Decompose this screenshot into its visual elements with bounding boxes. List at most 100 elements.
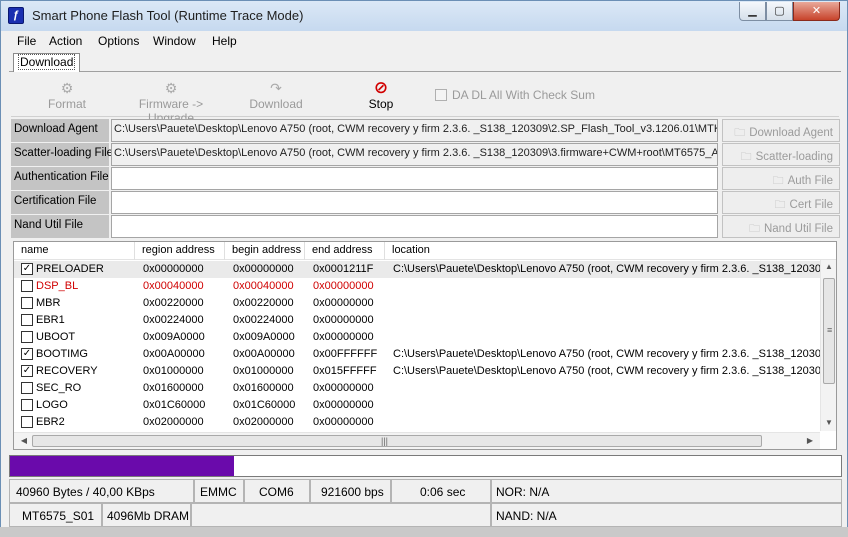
cell-region-address: 0x00220000 [143,297,204,309]
cell-begin-address: 0x009A0000 [233,331,295,343]
auth-file-button-label: Auth File [787,175,833,187]
download-agent-label: Download Agent [11,119,109,142]
checksum-box[interactable] [435,89,447,101]
menu-help[interactable]: Help [212,34,237,48]
download-agent-button[interactable]: 🗀 Download Agent [722,119,840,142]
table-row[interactable]: MBR 0x00220000 0x00220000 0x00000000 [14,295,820,312]
cell-name: EBR2 [36,416,65,428]
partition-table: name region address begin address end ad… [13,241,837,450]
cell-name: BOOTIMG [36,348,88,360]
cell-end-address: 0x00FFFFFF [313,348,378,360]
window-title: Smart Phone Flash Tool (Runtime Trace Mo… [32,8,304,23]
cell-name: PRELOADER [36,263,104,275]
table-row[interactable]: LOGO 0x01C60000 0x01C60000 0x00000000 [14,397,820,414]
stop-button[interactable]: ⊘ Stop [365,79,397,112]
scroll-up-arrow[interactable]: ▲ [821,262,836,271]
cell-name: RECOVERY [36,365,98,377]
row-checkbox[interactable]: ✓ [21,365,33,377]
cell-name: MBR [36,297,61,309]
scatter-loading-path[interactable]: C:\Users\Pauete\Desktop\Lenovo A750 (roo… [111,143,718,166]
cell-region-address: 0x01000000 [143,365,204,377]
vertical-scrollbar[interactable]: ▲ ≡ ▼ [820,260,836,431]
nand-util-label: Nand Util File [11,215,109,238]
format-button[interactable]: ⚙ Format [47,79,87,111]
table-row[interactable]: UBOOT 0x009A0000 0x009A0000 0x00000000 [14,329,820,346]
cell-end-address: 0x00000000 [313,416,374,428]
row-checkbox[interactable] [21,416,33,428]
scatter-loading-button[interactable]: 🗀 Scatter-loading [722,143,840,166]
nand-util-button[interactable]: 🗀 Nand Util File [722,215,840,238]
cell-begin-address: 0x01600000 [233,382,294,394]
certification-path[interactable] [111,191,718,214]
tab-strip: Download [9,52,841,72]
menu-window[interactable]: Window [153,34,196,48]
tab-download[interactable]: Download [13,53,81,72]
table-row[interactable]: EBR2 0x02000000 0x02000000 0x00000000 [14,414,820,431]
authentication-label: Authentication File [11,167,109,190]
cell-region-address: 0x00224000 [143,314,204,326]
minimize-button[interactable]: ▁ [739,2,766,21]
table-row[interactable]: ✓ BOOTIMG 0x00A00000 0x00A00000 0x00FFFFFF C:… [14,346,830,363]
table-row[interactable]: SEC_RO 0x01600000 0x01600000 0x00000000 [14,380,820,397]
close-button[interactable]: ✕ [793,2,840,21]
certification-row: Certification File 🗀 Cert File [11,191,840,214]
row-checkbox[interactable] [21,297,33,309]
table-row[interactable]: ✓ RECOVERY 0x01000000 0x01000000 0x015FFFFF C… [14,363,830,380]
table-row[interactable]: ✓ PRELOADER 0x00000000 0x00000000 0x0001211F… [14,261,830,278]
vertical-scroll-thumb[interactable]: ≡ [823,278,835,384]
nand-util-path[interactable] [111,215,718,238]
download-agent-path[interactable]: C:\Users\Pauete\Desktop\Lenovo A750 (roo… [111,119,718,142]
cell-location: C:\Users\Pauete\Desktop\Lenovo A750 (roo… [393,348,831,360]
cert-file-button-label: Cert File [789,199,833,211]
maximize-button[interactable]: ▢ [766,2,793,21]
status-baud: 921600 bps [310,479,391,503]
cell-location: C:\Users\Pauete\Desktop\Lenovo A750 (roo… [393,365,831,377]
row-checkbox[interactable]: ✓ [21,263,33,275]
row-checkbox[interactable] [21,399,33,411]
scroll-left-arrow[interactable]: ◀ [16,436,32,445]
folder-icon: 🗀 [774,199,786,211]
row-checkbox[interactable] [21,280,33,292]
row-checkbox[interactable] [21,331,33,343]
menu-action[interactable]: Action [49,34,82,48]
auth-file-button[interactable]: 🗀 Auth File [722,167,840,190]
table-row[interactable]: DSP_BL 0x00040000 0x00040000 0x00000000 [14,278,820,295]
cell-region-address: 0x01600000 [143,382,204,394]
row-checkbox[interactable] [21,382,33,394]
cell-end-address: 0x00000000 [313,331,374,343]
tab-download-label: Download [18,54,76,70]
cell-name: EBR1 [36,314,65,326]
menu-file[interactable]: File [17,34,36,48]
scroll-down-arrow[interactable]: ▼ [821,418,836,427]
scroll-right-arrow[interactable]: ▶ [802,436,818,445]
column-header-end[interactable]: end address [305,242,385,260]
authentication-path[interactable] [111,167,718,190]
menu-options[interactable]: Options [98,34,139,48]
title-bar[interactable]: ƒ Smart Phone Flash Tool (Runtime Trace … [1,1,847,31]
cell-name: UBOOT [36,331,76,343]
app-icon: ƒ [8,7,24,24]
menu-bar: File Action Options Window Help [2,31,847,51]
column-header-region[interactable]: region address [135,242,225,260]
column-header-name[interactable]: name [14,242,135,260]
column-header-begin[interactable]: begin address [225,242,305,260]
checksum-label: DA DL All With Check Sum [452,88,595,102]
cell-region-address: 0x00040000 [143,280,204,292]
format-icon: ⚙ [60,80,74,96]
table-row[interactable]: EBR1 0x00224000 0x00224000 0x00000000 [14,312,820,329]
row-checkbox[interactable] [21,314,33,326]
grip-icon: ||| [381,436,389,446]
status-chip: MT6575_S01 [9,503,102,527]
status-empty [191,503,491,527]
cell-region-address: 0x02000000 [143,416,204,428]
column-header-location[interactable]: location [385,242,820,260]
download-button[interactable]: ↷ Download [249,79,303,111]
horizontal-scroll-thumb[interactable]: ||| [32,435,762,447]
download-icon: ↷ [270,80,282,96]
nand-util-button-label: Nand Util File [763,223,833,235]
horizontal-scrollbar[interactable]: ◀ ||| ▶ [14,432,820,449]
cert-file-button[interactable]: 🗀 Cert File [722,191,840,214]
checksum-checkbox[interactable]: DA DL All With Check Sum [435,88,595,102]
authentication-row: Authentication File 🗀 Auth File [11,167,840,190]
row-checkbox[interactable]: ✓ [21,348,33,360]
